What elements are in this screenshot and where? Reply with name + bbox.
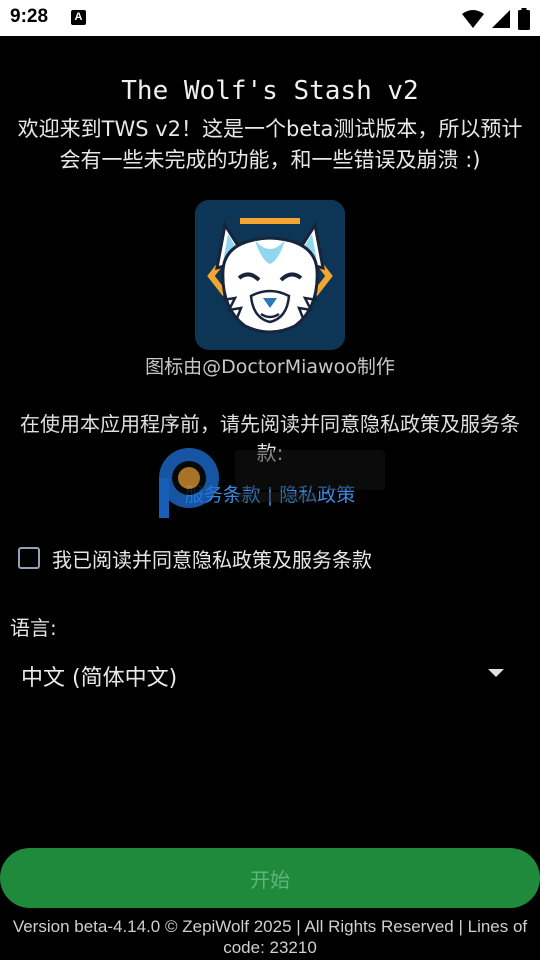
version-footer: Version beta-4.14.0 © ZepiWolf 2025 | Al…	[12, 917, 528, 957]
policy-separator: |	[260, 484, 280, 506]
language-dropdown[interactable]: 中文 (简体中文)	[0, 648, 540, 700]
policy-links: 服务条款 | 隐私政策	[0, 480, 540, 507]
agree-checkbox-row[interactable]: 我已阅读并同意隐私政策及服务条款	[18, 542, 372, 574]
wifi-icon	[462, 10, 484, 28]
start-button-label: 开始	[250, 867, 290, 892]
terms-link[interactable]: 服务条款	[185, 484, 261, 506]
start-button[interactable]: 开始	[0, 848, 540, 908]
notification-a-icon: A	[71, 10, 86, 25]
language-selected-value[interactable]: 中文 (简体中文)	[21, 660, 177, 692]
battery-icon	[518, 8, 530, 30]
status-time: 9:28	[10, 6, 49, 27]
language-label: 语言:	[10, 616, 57, 640]
welcome-text: 欢迎来到TWS v2！这是一个beta测试版本，所以预计会有一些未完成的功能，和…	[17, 117, 523, 172]
signal-icon	[492, 10, 510, 28]
status-icons	[462, 8, 530, 30]
status-bar: 9:28 A	[0, 0, 540, 36]
app-title: The Wolf's Stash v2	[121, 76, 419, 106]
wolf-logo-icon	[195, 200, 345, 350]
icon-credit: 图标由@DoctorMiawoo制作	[145, 356, 395, 378]
agree-checkbox[interactable]	[18, 547, 40, 569]
agree-checkbox-label[interactable]: 我已阅读并同意隐私政策及服务条款	[52, 544, 372, 573]
agree-prompt: 在使用本应用程序前，请先阅读并同意隐私政策及服务条款:	[20, 412, 520, 465]
dropdown-arrow-icon[interactable]	[488, 669, 504, 677]
privacy-link[interactable]: 隐私政策	[279, 484, 355, 506]
